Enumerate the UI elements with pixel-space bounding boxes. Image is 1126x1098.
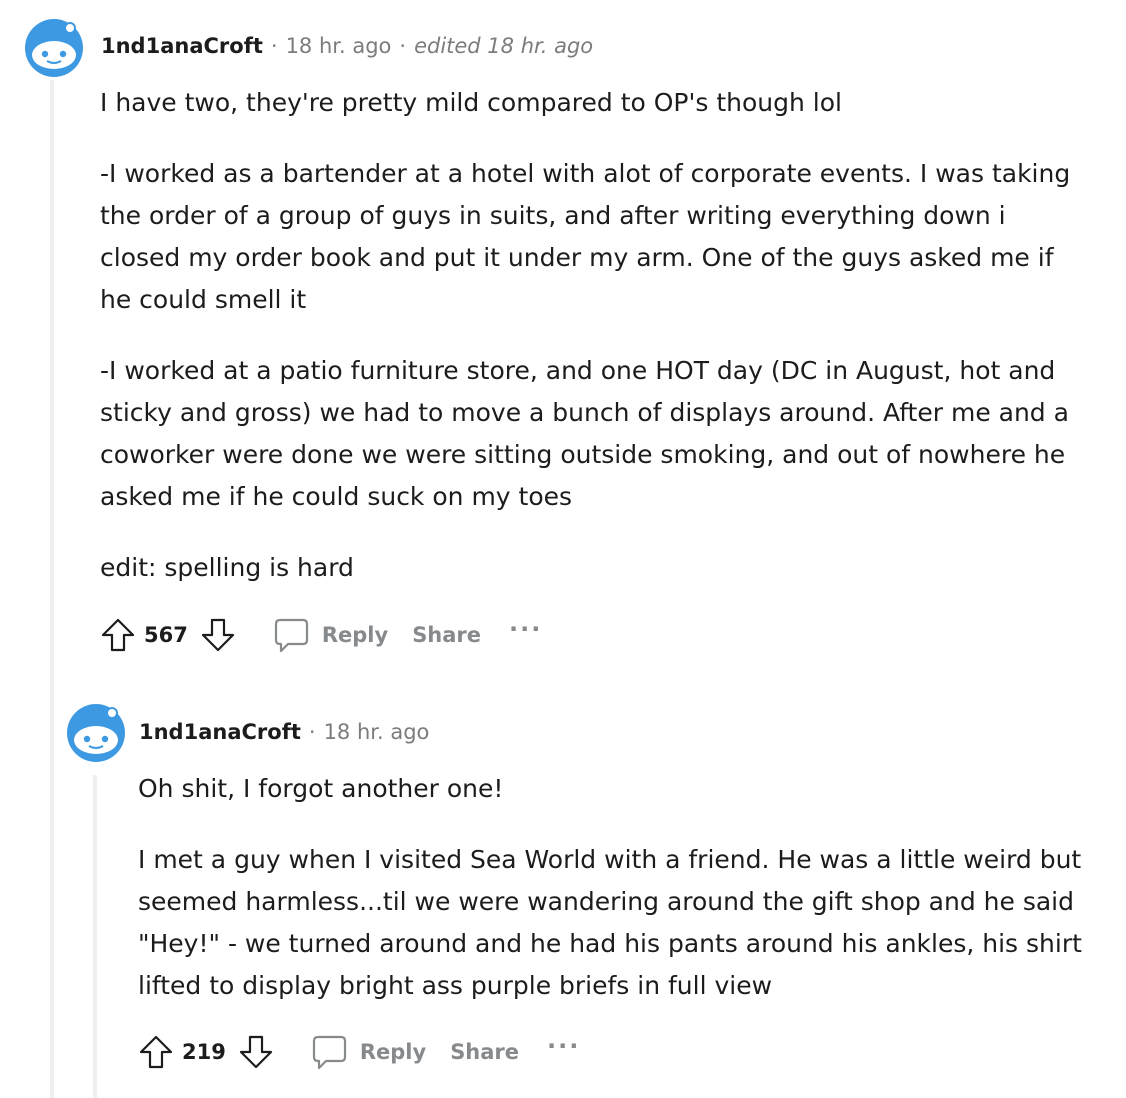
thread-line[interactable] [50,80,54,1098]
comment-paragraph: I have two, they're pretty mild compared… [100,88,842,117]
timestamp[interactable]: 18 hr. ago [286,34,392,58]
comment-body: I have two, they're pretty mild compared… [100,82,1090,618]
reply-button[interactable]: Reply [272,616,388,654]
comment-paragraph: Oh shit, I forgot another one! [138,774,504,803]
comment-meta: 1nd1anaCroft · 18 hr. ago · edited 18 hr. ag… [101,34,594,58]
reply-label: Reply [321,623,389,647]
vote-score: 219 [182,1040,226,1064]
downvote-icon[interactable] [200,617,236,653]
comment-paragraph: edit: spelling is hard [100,553,354,582]
comment-paragraph: -I worked at a patio furniture store, an… [100,356,1069,511]
avatar-icon[interactable] [24,18,84,78]
comment-paragraph: -I worked as a bartender at a hotel with… [100,159,1071,314]
comment-bubble-icon [274,618,308,653]
reply-label: Reply [359,1040,427,1064]
comment-actions: 567 Reply Share ··· [100,615,542,655]
downvote-icon[interactable] [238,1034,274,1070]
edited-timestamp: edited 18 hr. ago [414,34,594,58]
comment-meta: 1nd1anaCroft · 18 hr. ago [139,720,430,744]
share-button[interactable]: Share [450,1040,519,1064]
comment-body: Oh shit, I forgot another one! I met a g… [138,768,1098,1036]
username-link[interactable]: 1nd1anaCroft [101,34,263,58]
more-options-icon[interactable]: ··· [547,1032,580,1060]
upvote-icon[interactable] [138,1034,174,1070]
share-button[interactable]: Share [412,623,481,647]
comment-bubble-icon [312,1035,346,1070]
upvote-icon[interactable] [100,617,136,653]
comment-paragraph: I met a guy when I visited Sea World wit… [138,845,1082,1000]
comment-actions: 219 Reply Share ··· [138,1032,580,1072]
thread-line-nested[interactable] [93,775,97,1098]
more-options-icon[interactable]: ··· [509,615,542,643]
avatar-icon[interactable] [66,703,126,763]
vote-score: 567 [144,623,188,647]
username-link[interactable]: 1nd1anaCroft [139,720,301,744]
reply-button[interactable]: Reply [310,1033,426,1071]
timestamp[interactable]: 18 hr. ago [324,720,430,744]
